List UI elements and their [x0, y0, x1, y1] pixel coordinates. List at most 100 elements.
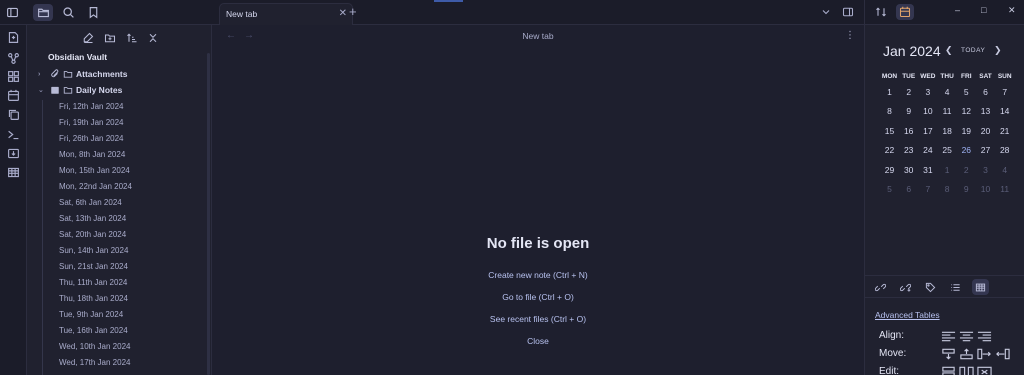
previous-month-icon[interactable]: ❮: [945, 45, 953, 56]
sidebar-toggle-icon[interactable]: [6, 6, 20, 20]
minimize-button[interactable]: –: [955, 5, 960, 15]
calendar-day[interactable]: 1: [938, 165, 957, 175]
folder-attachments[interactable]: › Attachments: [38, 67, 127, 81]
calendar-day[interactable]: 4: [938, 87, 957, 97]
file-item[interactable]: Sat, 13th Jan 2024: [59, 213, 126, 225]
see-recent-files-link[interactable]: See recent files (Ctrl + O): [212, 314, 864, 324]
copy-icon[interactable]: [6, 107, 20, 121]
file-item[interactable]: Tue, 16th Jan 2024: [59, 325, 128, 337]
delete-row-icon[interactable]: [977, 366, 992, 375]
calendar-day[interactable]: 31: [918, 165, 937, 175]
calendar-view-icon[interactable]: [896, 4, 914, 20]
collapse-all-icon[interactable]: [146, 31, 160, 45]
move-row-up-icon[interactable]: [959, 348, 974, 363]
calendar-day[interactable]: 5: [880, 184, 899, 194]
next-month-icon[interactable]: ❯: [994, 45, 1002, 56]
calendar-day[interactable]: 2: [957, 165, 976, 175]
calendar-day[interactable]: 19: [957, 126, 976, 136]
file-item[interactable]: Fri, 26th Jan 2024: [59, 133, 123, 145]
insert-row-icon[interactable]: [941, 366, 956, 375]
calendar-day[interactable]: 13: [976, 106, 995, 116]
calendar-day[interactable]: 26: [957, 145, 976, 155]
file-item[interactable]: Fri, 19th Jan 2024: [59, 117, 123, 129]
calendar-day[interactable]: 28: [995, 145, 1014, 155]
backlinks-icon[interactable]: [872, 279, 889, 295]
outgoing-links-icon[interactable]: [897, 279, 914, 295]
insert-column-icon[interactable]: [959, 366, 974, 375]
calendar-day[interactable]: 10: [976, 184, 995, 194]
tab-new-tab[interactable]: New tab ✕: [219, 3, 353, 25]
file-item[interactable]: Sun, 21st Jan 2024: [59, 261, 128, 273]
calendar-day[interactable]: 14: [995, 106, 1014, 116]
file-item[interactable]: Mon, 15th Jan 2024: [59, 165, 130, 177]
calendar-day[interactable]: 1: [880, 87, 899, 97]
new-tab-button[interactable]: +: [349, 4, 357, 19]
chevron-down-icon[interactable]: [820, 6, 832, 21]
calendar-day[interactable]: 20: [976, 126, 995, 136]
close-link[interactable]: Close: [212, 336, 864, 346]
calendar-day[interactable]: 27: [976, 145, 995, 155]
align-center-icon[interactable]: [959, 330, 974, 345]
right-sidebar-toggle-icon[interactable]: [842, 6, 854, 21]
align-left-icon[interactable]: [941, 330, 956, 345]
file-item[interactable]: Mon, 22nd Jan 2024: [59, 181, 132, 193]
calendar-day[interactable]: 15: [880, 126, 899, 136]
canvas-icon[interactable]: [6, 69, 20, 83]
file-item[interactable]: Wed, 17th Jan 2024: [59, 357, 130, 369]
move-column-left-icon[interactable]: [995, 348, 1010, 363]
open-vault-icon[interactable]: [6, 30, 20, 44]
file-item[interactable]: Sun, 14th Jan 2024: [59, 245, 128, 257]
file-item[interactable]: Wed, 10th Jan 2024: [59, 341, 130, 353]
calendar-day[interactable]: 9: [899, 106, 918, 116]
sort-icon[interactable]: [125, 31, 139, 45]
calendar-day[interactable]: 30: [899, 165, 918, 175]
go-to-file-link[interactable]: Go to file (Ctrl + O): [212, 292, 864, 302]
today-button[interactable]: TODAY: [961, 47, 985, 54]
calendar-day[interactable]: 29: [880, 165, 899, 175]
move-row-down-icon[interactable]: [941, 348, 956, 363]
calendar-day[interactable]: 2: [899, 87, 918, 97]
calendar-day[interactable]: 21: [995, 126, 1014, 136]
file-item[interactable]: Tue, 9th Jan 2024: [59, 309, 123, 321]
align-right-icon[interactable]: [977, 330, 992, 345]
calendar-day[interactable]: 11: [938, 106, 957, 116]
explorer-scrollbar[interactable]: [207, 53, 210, 375]
calendar-day[interactable]: 16: [899, 126, 918, 136]
search-icon[interactable]: [58, 4, 78, 21]
create-new-note-link[interactable]: Create new note (Ctrl + N): [212, 270, 864, 280]
calendar-day[interactable]: 17: [918, 126, 937, 136]
import-icon[interactable]: [6, 146, 20, 160]
file-item[interactable]: Thu, 18th Jan 2024: [59, 293, 128, 305]
bookmark-icon[interactable]: [83, 4, 103, 21]
file-item[interactable]: Sat, 6th Jan 2024: [59, 197, 122, 209]
calendar-day[interactable]: 7: [918, 184, 937, 194]
file-item[interactable]: Mon, 8th Jan 2024: [59, 149, 125, 161]
vault-name[interactable]: Obsidian Vault: [48, 52, 107, 62]
calendar-day[interactable]: 5: [957, 87, 976, 97]
new-folder-icon[interactable]: [103, 31, 117, 45]
table-icon[interactable]: [6, 165, 20, 179]
tags-icon[interactable]: [922, 279, 939, 295]
calendar-day[interactable]: 25: [938, 145, 957, 155]
more-options-icon[interactable]: ⋮: [845, 30, 855, 41]
calendar-day[interactable]: 3: [918, 87, 937, 97]
calendar-day[interactable]: 4: [995, 165, 1014, 175]
sort-toggle-icon[interactable]: [872, 4, 890, 20]
calendar-day[interactable]: 12: [957, 106, 976, 116]
folder-daily-notes[interactable]: ⌄ Daily Notes: [38, 83, 122, 97]
calendar-day[interactable]: 8: [938, 184, 957, 194]
calendar-day[interactable]: 7: [995, 87, 1014, 97]
calendar-day[interactable]: 3: [976, 165, 995, 175]
calendar-day[interactable]: 18: [938, 126, 957, 136]
calendar-day[interactable]: 6: [899, 184, 918, 194]
window-close-button[interactable]: ✕: [1008, 5, 1016, 16]
calendar-day[interactable]: 10: [918, 106, 937, 116]
file-item[interactable]: Thu, 11th Jan 2024: [59, 277, 127, 289]
file-item[interactable]: Fri, 12th Jan 2024: [59, 101, 123, 113]
file-item[interactable]: Sat, 20th Jan 2024: [59, 229, 126, 241]
advanced-tables-title[interactable]: Advanced Tables: [875, 310, 940, 320]
file-explorer-icon[interactable]: [33, 4, 53, 21]
calendar-day[interactable]: 9: [957, 184, 976, 194]
advanced-tables-icon[interactable]: [972, 279, 989, 295]
calendar-day[interactable]: 11: [995, 184, 1014, 194]
